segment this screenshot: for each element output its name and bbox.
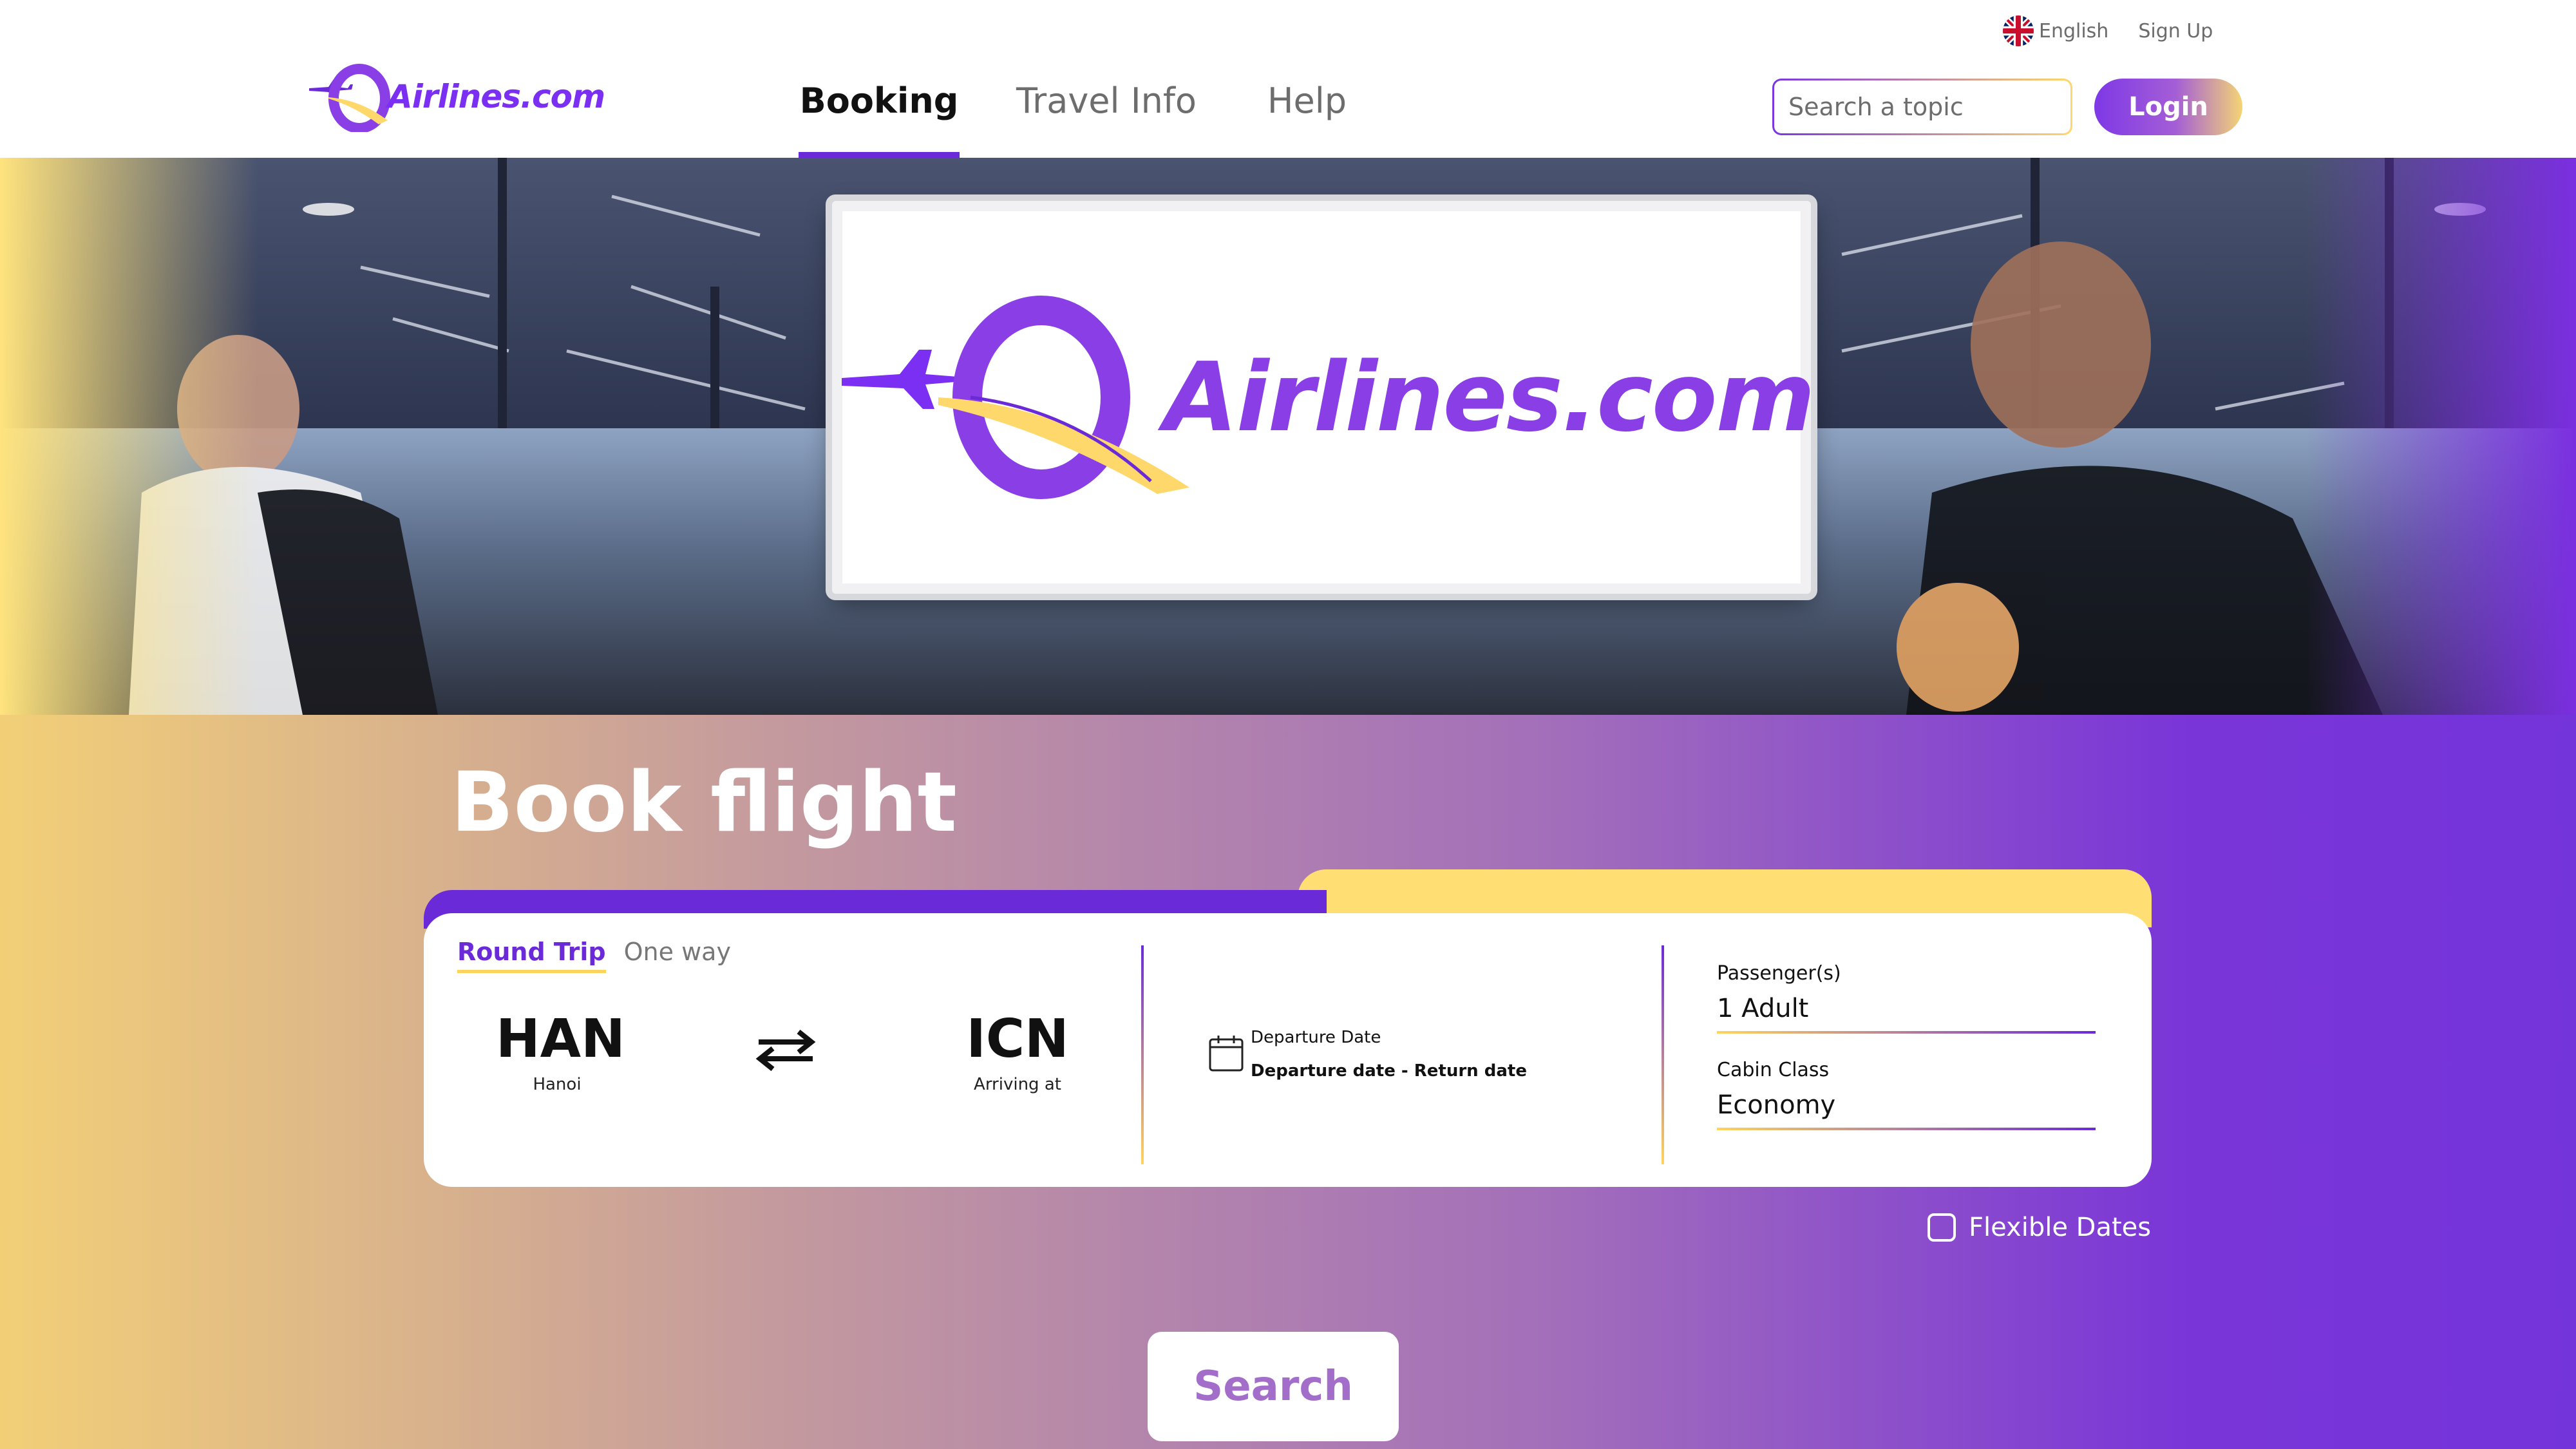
date-label: Departure Date xyxy=(1251,1028,1381,1047)
tab-travel-info[interactable]: Travel Info xyxy=(1016,80,1197,161)
cabin-class-select[interactable]: Cabin Class Economy xyxy=(1717,1059,2096,1130)
booking-card: Round Trip One way HAN Hanoi ICN Arrivin… xyxy=(424,913,2152,1187)
flexible-dates-label: Flexible Dates xyxy=(1969,1213,2152,1242)
flexible-dates-toggle[interactable]: Flexible Dates xyxy=(1927,1213,2151,1242)
billboard-logo: Airlines.com xyxy=(829,288,1815,507)
main-nav: Booking Travel Info Help xyxy=(799,80,1347,161)
signup-link[interactable]: Sign Up xyxy=(2138,20,2213,43)
site-logo[interactable]: Airlines.com xyxy=(303,61,605,132)
tab-help-label: Help xyxy=(1267,80,1347,121)
trip-type-tabs: Round Trip One way xyxy=(457,938,731,973)
language-selector[interactable]: English xyxy=(2003,15,2108,46)
hero-banner: Airlines.com xyxy=(0,158,2576,715)
login-button[interactable]: Login xyxy=(2094,79,2242,135)
billboard-screen: Airlines.com xyxy=(842,211,1815,583)
date-text: Departure Date Departure date - Return d… xyxy=(1251,1028,1527,1081)
tab-round-trip[interactable]: Round Trip xyxy=(457,938,606,973)
utility-bar: English Sign Up xyxy=(2003,15,2213,46)
plane-icon xyxy=(309,64,390,132)
passenger-value: 1 Adult xyxy=(1717,994,1809,1023)
page-title: Book flight xyxy=(451,755,957,851)
language-label: English xyxy=(2039,19,2109,43)
passenger-underline xyxy=(1717,1031,2096,1034)
billboard-text: Airlines.com xyxy=(1164,342,1815,453)
field-divider xyxy=(1141,945,1144,1164)
calendar-icon xyxy=(1209,1036,1244,1072)
passenger-select[interactable]: Passenger(s) 1 Adult xyxy=(1717,962,2096,1034)
tab-booking-label: Booking xyxy=(799,80,959,121)
field-divider xyxy=(1662,945,1664,1164)
swap-arrows-icon[interactable] xyxy=(753,1028,818,1073)
passenger-label: Passenger(s) xyxy=(1717,962,1841,985)
hero-fade-left xyxy=(0,158,258,715)
origin-name: Hanoi xyxy=(533,1075,582,1094)
date-picker-field[interactable]: Departure Date Departure date - Return d… xyxy=(1208,1028,1527,1081)
billboard: Airlines.com xyxy=(832,201,1815,594)
plane-icon xyxy=(842,296,1190,499)
cabin-class-label: Cabin Class xyxy=(1717,1059,1830,1081)
logo-text: Airlines.com xyxy=(388,78,605,115)
destination-name: Arriving at xyxy=(974,1075,1061,1094)
checkbox-icon[interactable] xyxy=(1927,1213,1956,1242)
cabin-class-value: Economy xyxy=(1717,1090,1836,1120)
destination-field[interactable]: ICN Arriving at xyxy=(947,1009,1088,1094)
tab-help[interactable]: Help xyxy=(1267,80,1347,161)
date-value: Departure date - Return date xyxy=(1251,1061,1527,1081)
origin-field[interactable]: HAN Hanoi xyxy=(496,1009,625,1094)
hero-fade-right xyxy=(2306,158,2576,715)
topic-search-input[interactable] xyxy=(1772,79,2072,135)
search-flights-button[interactable]: Search xyxy=(1148,1332,1399,1441)
tab-booking[interactable]: Booking xyxy=(799,80,960,161)
uk-flag-icon xyxy=(2003,15,2034,46)
cabin-class-underline xyxy=(1717,1128,2096,1130)
tab-one-way[interactable]: One way xyxy=(624,938,731,973)
tab-travel-info-label: Travel Info xyxy=(1016,80,1197,121)
origin-code: HAN xyxy=(496,1009,625,1070)
destination-code: ICN xyxy=(966,1009,1069,1070)
